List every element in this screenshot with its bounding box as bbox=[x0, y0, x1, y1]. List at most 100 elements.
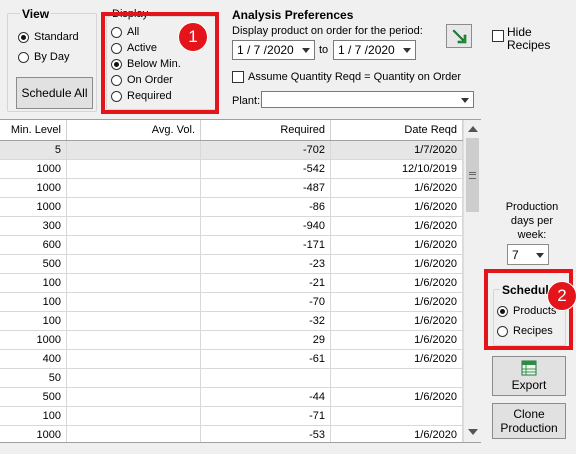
scroll-down-arrow-icon[interactable] bbox=[468, 429, 478, 435]
required-cell: -940 bbox=[201, 217, 331, 236]
min-level-cell: 100 bbox=[0, 274, 67, 293]
to-date-picker[interactable]: 1 / 7 /2020 bbox=[333, 40, 416, 60]
radio-icon bbox=[18, 51, 29, 63]
required-cell: -61 bbox=[201, 350, 331, 369]
min-level-cell: 1000 bbox=[0, 426, 67, 442]
period-label: Display product on order for the period: bbox=[232, 25, 423, 37]
table-row[interactable]: 100 -21 1/6/2020 bbox=[0, 274, 463, 293]
min-level-cell: 1000 bbox=[0, 198, 67, 217]
table-row[interactable]: 50 bbox=[0, 369, 463, 388]
date-reqd-cell: 12/10/2019 bbox=[331, 160, 463, 179]
date-reqd-cell: 1/6/2020 bbox=[331, 198, 463, 217]
date-reqd-cell: 1/6/2020 bbox=[331, 255, 463, 274]
table-header: Min. Level Avg. Vol. Required Date Reqd bbox=[0, 120, 463, 141]
export-button[interactable]: Export bbox=[492, 356, 566, 396]
table-row[interactable]: 5 -702 1/7/2020 bbox=[0, 141, 463, 160]
production-days-select[interactable]: 7 bbox=[507, 244, 549, 265]
avg-vol-cell bbox=[67, 388, 201, 407]
callout-badge-1: 1 bbox=[178, 22, 208, 52]
date-reqd-cell: 1/6/2020 bbox=[331, 312, 463, 331]
avg-vol-cell bbox=[67, 255, 201, 274]
date-reqd-cell: 1/6/2020 bbox=[331, 274, 463, 293]
required-cell: -542 bbox=[201, 160, 331, 179]
min-level-cell: 300 bbox=[0, 217, 67, 236]
hide-recipes-checkbox[interactable]: Hide Recipes bbox=[492, 26, 550, 52]
scroll-up-arrow-icon[interactable] bbox=[468, 126, 478, 132]
min-level-cell: 500 bbox=[0, 255, 67, 274]
required-cell: -702 bbox=[201, 141, 331, 160]
green-arrow-icon bbox=[452, 29, 467, 44]
grip-icon bbox=[469, 171, 476, 179]
table-row[interactable]: 100 -71 bbox=[0, 407, 463, 426]
refresh-button[interactable] bbox=[446, 24, 472, 48]
avg-vol-cell bbox=[67, 331, 201, 350]
date-reqd-cell: 1/6/2020 bbox=[331, 179, 463, 198]
required-cell: -171 bbox=[201, 236, 331, 255]
vertical-scrollbar[interactable] bbox=[463, 120, 481, 442]
avg-vol-cell bbox=[67, 179, 201, 198]
table-row[interactable]: 1000 -542 12/10/2019 bbox=[0, 160, 463, 179]
avg-vol-cell bbox=[67, 426, 201, 442]
table-row[interactable]: 500 -23 1/6/2020 bbox=[0, 255, 463, 274]
min-level-cell: 1000 bbox=[0, 331, 67, 350]
required-cell: -23 bbox=[201, 255, 331, 274]
scroll-thumb[interactable] bbox=[466, 138, 479, 212]
production-days-label: Production days per week: bbox=[505, 201, 559, 241]
avg-vol-cell bbox=[67, 236, 201, 255]
table-row[interactable]: 1000 -487 1/6/2020 bbox=[0, 179, 463, 198]
date-reqd-cell: 1/6/2020 bbox=[331, 350, 463, 369]
table-row[interactable]: 400 -61 1/6/2020 bbox=[0, 350, 463, 369]
view-by-day-radio[interactable]: By Day bbox=[18, 49, 69, 65]
view-standard-radio[interactable]: Standard bbox=[18, 29, 79, 45]
required-cell: -32 bbox=[201, 312, 331, 331]
table-row[interactable]: 1000 29 1/6/2020 bbox=[0, 331, 463, 350]
to-label: to bbox=[319, 44, 329, 56]
from-date-value: 1 / 7 /2020 bbox=[237, 43, 294, 57]
column-header-required[interactable]: Required bbox=[201, 120, 331, 140]
plant-label: Plant: bbox=[232, 95, 261, 107]
avg-vol-cell bbox=[67, 312, 201, 331]
min-level-cell: 50 bbox=[0, 369, 67, 388]
table-row[interactable]: 1000 -53 1/6/2020 bbox=[0, 426, 463, 442]
assume-quantity-checkbox[interactable]: Assume Quantity Reqd = Quantity on Order bbox=[232, 71, 461, 83]
schedule-all-button[interactable]: Schedule All bbox=[16, 77, 93, 109]
table-row[interactable]: 600 -171 1/6/2020 bbox=[0, 236, 463, 255]
avg-vol-cell bbox=[67, 198, 201, 217]
min-level-cell: 100 bbox=[0, 293, 67, 312]
column-header-min-level[interactable]: Min. Level bbox=[0, 120, 67, 140]
date-reqd-cell: 1/6/2020 bbox=[331, 236, 463, 255]
column-header-date-reqd[interactable]: Date Reqd bbox=[331, 120, 463, 140]
date-reqd-cell: 1/6/2020 bbox=[331, 426, 463, 442]
from-date-picker[interactable]: 1 / 7 /2020 bbox=[232, 40, 315, 60]
required-cell: -70 bbox=[201, 293, 331, 312]
assume-quantity-label: Assume Quantity Reqd = Quantity on Order bbox=[248, 71, 462, 83]
table-row[interactable]: 1000 -86 1/6/2020 bbox=[0, 198, 463, 217]
min-level-cell: 500 bbox=[0, 388, 67, 407]
clone-production-button[interactable]: Clone Production bbox=[492, 403, 566, 439]
min-level-cell: 5 bbox=[0, 141, 67, 160]
products-table: Min. Level Avg. Vol. Required Date Reqd … bbox=[0, 119, 481, 443]
min-level-cell: 100 bbox=[0, 407, 67, 426]
avg-vol-cell bbox=[67, 407, 201, 426]
table-row[interactable]: 100 -70 1/6/2020 bbox=[0, 293, 463, 312]
table-row[interactable]: 500 -44 1/6/2020 bbox=[0, 388, 463, 407]
required-cell bbox=[201, 369, 331, 388]
callout-badge-2: 2 bbox=[547, 281, 576, 311]
export-label: Export bbox=[511, 378, 547, 392]
min-level-cell: 400 bbox=[0, 350, 67, 369]
table-row[interactable]: 300 -940 1/6/2020 bbox=[0, 217, 463, 236]
required-cell: -21 bbox=[201, 274, 331, 293]
required-cell: -86 bbox=[201, 198, 331, 217]
table-row[interactable]: 100 -32 1/6/2020 bbox=[0, 312, 463, 331]
date-reqd-cell: 1/6/2020 bbox=[331, 217, 463, 236]
date-reqd-cell: 1/7/2020 bbox=[331, 141, 463, 160]
avg-vol-cell bbox=[67, 274, 201, 293]
required-cell: 29 bbox=[201, 331, 331, 350]
required-cell: -44 bbox=[201, 388, 331, 407]
view-standard-label: Standard bbox=[34, 31, 79, 43]
plant-select[interactable] bbox=[261, 91, 474, 108]
column-header-avg-vol[interactable]: Avg. Vol. bbox=[67, 120, 201, 140]
to-date-value: 1 / 7 /2020 bbox=[338, 43, 395, 57]
excel-icon bbox=[521, 360, 537, 376]
required-cell: -487 bbox=[201, 179, 331, 198]
